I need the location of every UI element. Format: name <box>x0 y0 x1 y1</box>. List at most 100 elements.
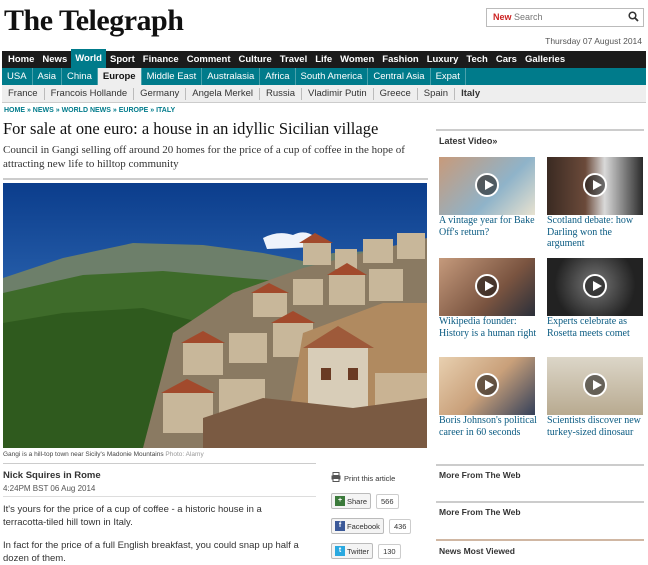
video-thumbnail[interactable] <box>439 157 535 215</box>
subnav-item-expat[interactable]: Expat <box>431 68 466 85</box>
topic-item-italy[interactable]: Italy <box>455 88 486 100</box>
article-paragraph: It's yours for the price of a cup of cof… <box>3 504 262 528</box>
search-icon[interactable] <box>628 11 639 28</box>
divider <box>436 539 644 541</box>
tertiary-nav: France Francois Hollande Germany Angela Mer… <box>2 85 646 103</box>
telegraph-logo[interactable]: The Telegraph <box>4 4 184 38</box>
topic-item-spain[interactable]: Spain <box>418 87 456 100</box>
search-placeholder: Search <box>514 12 543 22</box>
print-article-link[interactable]: Print this article <box>331 472 395 484</box>
video-title[interactable]: Wikipedia founder: History is a human ri… <box>439 316 539 339</box>
video-thumbnail[interactable] <box>547 157 643 215</box>
share-count: 566 <box>376 493 399 509</box>
topic-item-russia[interactable]: Russia <box>260 87 303 100</box>
video-title[interactable]: A vintage year for Bake Off's return? <box>439 215 539 238</box>
divider <box>3 496 316 497</box>
video-item[interactable]: Experts celebrate as Rosetta meets comet <box>547 258 647 339</box>
caption-text: Gangi is a hill-top town near Sicily's M… <box>3 451 164 458</box>
article-paragraph: In fact for the price of a full English … <box>3 540 299 564</box>
primary-nav: Home News World Sport Finance Comment Culture T… <box>2 48 646 68</box>
secondary-nav: USA Asia China Europe Middle East Australasia… <box>2 68 646 85</box>
news-most-viewed-heading: News Most Viewed <box>439 546 515 556</box>
latest-video-heading[interactable]: Latest Video» <box>439 136 497 146</box>
nav-item-finance[interactable]: Finance <box>139 51 183 68</box>
twitter-button[interactable]: t Twitter <box>331 543 374 559</box>
video-item[interactable]: A vintage year for Bake Off's return? <box>439 157 539 238</box>
photo-caption: Gangi is a hill-top town near Sicily's M… <box>3 451 204 458</box>
more-from-web-heading: More From The Web <box>439 470 521 480</box>
topic-item-france[interactable]: France <box>2 87 45 100</box>
divider <box>436 464 644 466</box>
video-thumbnail[interactable] <box>547 258 643 316</box>
share-button[interactable]: + Share <box>331 493 372 509</box>
subnav-item-central-asia[interactable]: Central Asia <box>368 68 431 85</box>
subnav-item-south-america[interactable]: South America <box>296 68 369 85</box>
nav-item-life[interactable]: Life <box>311 51 336 68</box>
search-input[interactable]: New Search <box>486 8 644 27</box>
print-label: Print this article <box>344 473 396 483</box>
subnav-item-china[interactable]: China <box>62 68 98 85</box>
play-icon[interactable] <box>583 373 607 397</box>
nav-item-women[interactable]: Women <box>336 51 378 68</box>
topic-item-greece[interactable]: Greece <box>374 87 418 100</box>
subnav-item-europe[interactable]: Europe <box>97 68 142 85</box>
subnav-item-africa[interactable]: Africa <box>260 68 296 85</box>
video-title[interactable]: Experts celebrate as Rosetta meets comet <box>547 316 647 339</box>
topic-item-francois-hollande[interactable]: Francois Hollande <box>45 87 135 100</box>
nav-item-home[interactable]: Home <box>4 51 38 68</box>
nav-item-cars[interactable]: Cars <box>492 51 521 68</box>
twitter-icon: t <box>335 546 345 556</box>
divider <box>3 178 428 180</box>
video-thumbnail[interactable] <box>547 357 643 415</box>
nav-item-news[interactable]: News <box>38 51 71 68</box>
divider <box>3 463 316 464</box>
search-new-label: New <box>493 12 512 22</box>
photo-credit: Photo: Alamy <box>165 451 204 458</box>
nav-item-fashion[interactable]: Fashion <box>378 51 422 68</box>
play-icon[interactable] <box>583 173 607 197</box>
topic-item-vladimir-putin[interactable]: Vladimir Putin <box>302 87 374 100</box>
current-date: Thursday 07 August 2014 <box>545 36 642 46</box>
nav-item-culture[interactable]: Culture <box>235 51 276 68</box>
video-item[interactable]: Boris Johnson's political career in 60 s… <box>439 357 539 438</box>
nav-item-sport[interactable]: Sport <box>106 51 139 68</box>
video-thumbnail[interactable] <box>439 357 535 415</box>
share-label: Share <box>347 496 368 506</box>
video-thumbnail[interactable] <box>439 258 535 316</box>
video-title[interactable]: Scotland debate: how Darling won the arg… <box>547 215 647 250</box>
article-standfirst: Council in Gangi selling off around 20 h… <box>3 144 405 170</box>
subnav-item-usa[interactable]: USA <box>2 68 33 85</box>
facebook-widget: f Facebook 436 <box>331 518 412 534</box>
video-item[interactable]: Wikipedia founder: History is a human ri… <box>439 258 539 339</box>
nav-item-luxury[interactable]: Luxury <box>423 51 463 68</box>
facebook-button[interactable]: f Facebook <box>331 518 384 534</box>
breadcrumb[interactable]: HOME » NEWS » WORLD NEWS » EUROPE » ITAL… <box>4 107 175 114</box>
article-headline: For sale at one euro: a house in an idyl… <box>3 119 379 138</box>
twitter-widget: t Twitter 130 <box>331 543 401 559</box>
video-item[interactable]: Scotland debate: how Darling won the arg… <box>547 157 647 250</box>
facebook-label: Facebook <box>347 521 380 531</box>
subnav-item-asia[interactable]: Asia <box>33 68 63 85</box>
twitter-label: Twitter <box>347 546 370 556</box>
play-icon[interactable] <box>475 173 499 197</box>
author-byline[interactable]: Nick Squires in Rome <box>3 470 101 481</box>
play-icon[interactable] <box>583 274 607 298</box>
topic-item-angela-merkel[interactable]: Angela Merkel <box>186 87 260 100</box>
play-icon[interactable] <box>475 274 499 298</box>
publish-timestamp: 4:24PM BST 06 Aug 2014 <box>3 484 96 493</box>
video-title[interactable]: Scientists discover new turkey-sized din… <box>547 415 647 438</box>
nav-item-world[interactable]: World <box>71 48 106 68</box>
play-icon[interactable] <box>475 373 499 397</box>
nav-item-tech[interactable]: Tech <box>462 51 491 68</box>
video-title[interactable]: Boris Johnson's political career in 60 s… <box>439 415 539 438</box>
divider <box>436 501 644 503</box>
nav-item-comment[interactable]: Comment <box>183 51 235 68</box>
subnav-item-australasia[interactable]: Australasia <box>202 68 261 85</box>
divider <box>436 129 644 131</box>
video-item[interactable]: Scientists discover new turkey-sized din… <box>547 357 647 438</box>
nav-item-travel[interactable]: Travel <box>276 51 311 68</box>
nav-item-galleries[interactable]: Galleries <box>521 51 569 68</box>
facebook-icon: f <box>335 521 345 531</box>
topic-item-germany[interactable]: Germany <box>134 87 187 100</box>
subnav-item-middle-east[interactable]: Middle East <box>142 68 203 85</box>
